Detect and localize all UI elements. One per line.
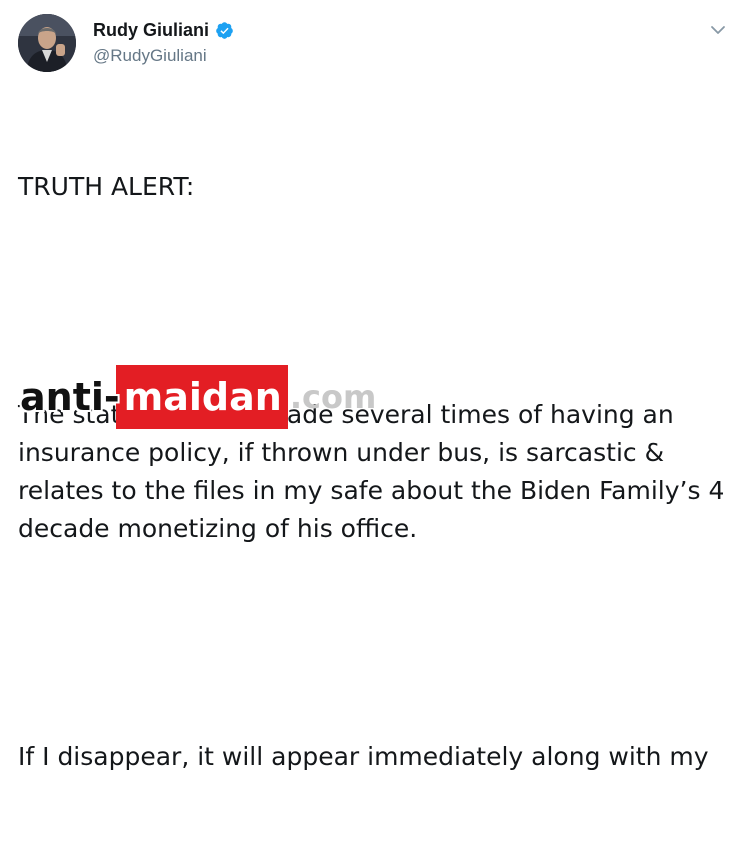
- chevron-down-icon[interactable]: [709, 22, 727, 36]
- tweet-card: Rudy Giuliani @RudyGiuliani TRUTH ALERT:…: [0, 0, 743, 771]
- tweet-body: TRUTH ALERT: The statement I’ve made sev…: [18, 92, 728, 852]
- watermark-logo: anti- maidan .com: [20, 364, 376, 430]
- avatar[interactable]: [18, 14, 76, 72]
- tweet-paragraph: If I disappear, it will appear immediate…: [18, 742, 709, 771]
- watermark-part: .com: [289, 378, 377, 416]
- watermark-part: maidan: [115, 365, 288, 429]
- author-row: Rudy Giuliani: [93, 20, 234, 41]
- watermark-part: anti-: [20, 375, 120, 419]
- verified-badge-icon: [215, 21, 234, 40]
- avatar-image: [18, 14, 76, 72]
- tweet-paragraph: TRUTH ALERT:: [18, 172, 195, 201]
- handle[interactable]: @RudyGiuliani: [93, 46, 207, 66]
- display-name[interactable]: Rudy Giuliani: [93, 20, 209, 41]
